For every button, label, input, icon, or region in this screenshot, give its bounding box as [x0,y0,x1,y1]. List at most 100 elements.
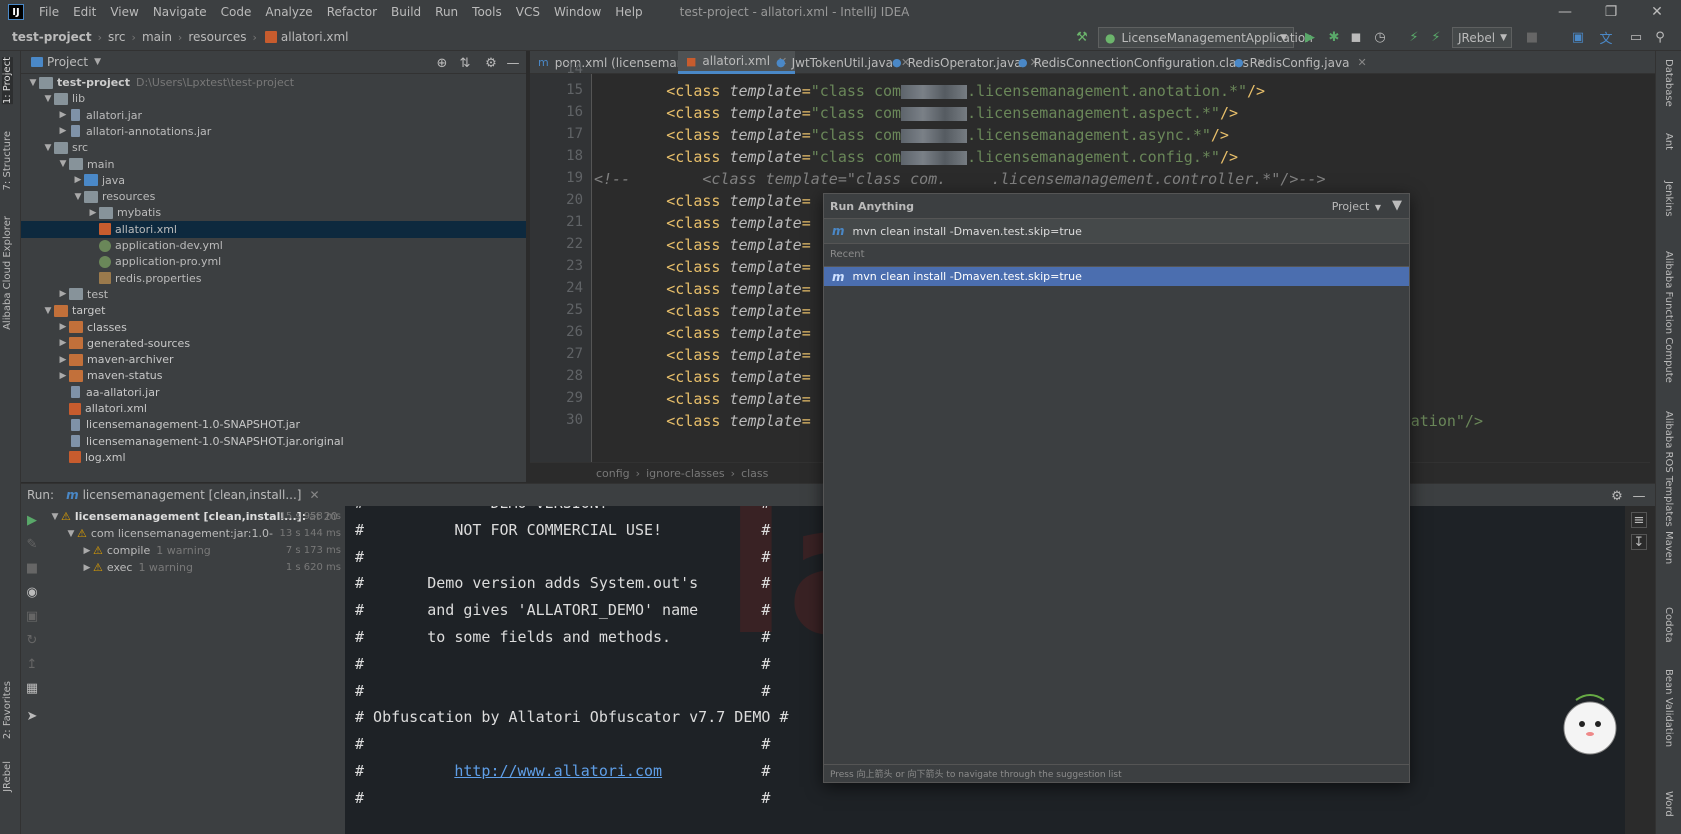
menu-refactor[interactable]: Refactor [320,0,384,24]
chevron-down-icon[interactable]: ▼ [42,143,54,153]
tree-item[interactable]: ▶ generated-sources [21,335,526,352]
chevron-right-icon[interactable]: ▶ [57,110,69,120]
tree-item[interactable]: application-dev.yml [21,237,526,254]
layout-icon[interactable]: ▭ [1628,29,1644,45]
tab-function-compute[interactable]: Alibaba Function Compute [1663,251,1674,383]
tree-item[interactable]: ▶ test [21,286,526,303]
close-tab-icon[interactable]: ✕ [309,488,319,502]
run-tree-item[interactable]: ▶ ⚠ compile 1 warning 7 s 173 ms [81,542,345,559]
menu-view[interactable]: View [103,0,145,24]
tab-ros-templates[interactable]: Alibaba ROS Templates [1663,411,1674,527]
project-view-select[interactable]: Project [47,55,88,69]
menu-run[interactable]: Run [428,0,465,24]
tree-root[interactable]: ▼ test-project D:\Users\Lpxtest\test-pro… [21,74,526,91]
tree-item[interactable]: log.xml [21,449,526,466]
tree-item[interactable]: licensemanagement-1.0-SNAPSHOT.jar [21,416,526,433]
coverage-icon[interactable]: ◼ [1348,29,1364,45]
collapse-icon[interactable]: ⇅ [457,55,473,71]
chevron-right-icon[interactable]: ▶ [72,175,84,185]
menu-navigate[interactable]: Navigate [146,0,214,24]
tree-item[interactable]: allatori.xml [21,400,526,417]
jrebel-select[interactable]: JRebel ▼ [1452,27,1512,48]
crumb-ignore-classes[interactable]: ignore-classes [646,467,725,480]
tree-item[interactable]: ▼ main [21,156,526,173]
run-anything-input[interactable]: m mvn clean install -Dmaven.test.skip=tr… [824,218,1409,244]
tab-database[interactable]: Database [1663,59,1674,107]
chevron-right-icon[interactable]: ▶ [57,338,69,348]
chevron-right-icon[interactable]: ▶ [57,371,69,381]
tree-item[interactable]: ▶ maven-status [21,367,526,384]
hide-icon[interactable]: — [505,55,521,71]
tab-jrebel[interactable]: JRebel [2,761,13,792]
chevron-right-icon[interactable]: ▶ [57,289,69,299]
tree-item[interactable]: ▼ target [21,302,526,319]
layout-icon[interactable]: ▦ [24,680,40,696]
crumb-class[interactable]: class [741,467,768,480]
chevron-right-icon[interactable]: ▶ [57,126,69,136]
scroll-end-icon[interactable]: ↧ [1631,534,1647,550]
menu-help[interactable]: Help [608,0,649,24]
run-icon[interactable]: ▶ [1302,29,1318,45]
tree-item[interactable]: ▼ resources [21,188,526,205]
tab-structure[interactable]: 7: Structure [2,131,13,190]
chevron-down-icon[interactable]: ▼ [49,512,61,522]
search-icon[interactable]: ⚲ [1652,29,1668,45]
locate-icon[interactable]: ⊕ [434,55,450,71]
tab-favorites[interactable]: 2: Favorites [2,681,13,739]
maximize-icon[interactable]: ❐ [1588,0,1634,24]
menu-window[interactable]: Window [547,0,608,24]
menu-analyze[interactable]: Analyze [258,0,319,24]
tree-item[interactable]: ▶ classes [21,319,526,336]
chevron-right-icon[interactable]: ▶ [87,208,99,218]
tree-item[interactable]: ▼ src [21,139,526,156]
tree-item[interactable]: ▼ lib [21,90,526,107]
filter-icon[interactable]: ▼ [1392,198,1402,213]
menu-build[interactable]: Build [384,0,428,24]
chevron-down-icon[interactable]: ▼ [94,57,101,67]
chevron-down-icon[interactable]: ▼ [42,94,54,104]
run-tree-item[interactable]: ▶ ⚠ exec 1 warning 1 s 620 ms [81,559,345,576]
tree-item[interactable]: ▶ allatori.jar [21,107,526,124]
crumb-config[interactable]: config [596,467,630,480]
debug-icon[interactable]: ✱ [1326,29,1342,45]
rerun-icon[interactable]: ▶ [24,512,40,528]
tab-project[interactable]: 1: Project [2,57,13,105]
menu-file[interactable]: File [32,0,66,24]
tab-bean-validation[interactable]: Bean Validation [1663,669,1674,747]
chevron-right-icon[interactable]: ▶ [57,355,69,365]
jrebel-run-icon[interactable]: ⚡ [1406,29,1422,45]
allatori-link[interactable]: http://www.allatori.com [454,762,662,780]
tree-item[interactable]: redis.properties [21,270,526,287]
gear-icon[interactable]: ⚙ [483,55,499,71]
history-icon[interactable]: ↻ [24,632,40,648]
eye-icon[interactable]: ◉ [24,584,40,600]
chevron-down-icon[interactable]: ▼ [65,529,77,539]
profile-icon[interactable]: ◷ [1372,29,1388,45]
tree-item[interactable]: application-pro.yml [21,253,526,270]
editor-tab[interactable]: ● RedisConfig.java ✕ [1226,51,1375,74]
chevron-right-icon[interactable]: ▶ [57,322,69,332]
pin-icon[interactable]: ➤ [24,708,40,724]
close-icon[interactable]: ✕ [1634,0,1680,24]
crumb-src[interactable]: src [108,30,126,44]
crumb-resources[interactable]: resources [188,30,246,44]
translate-icon[interactable]: 文 [1598,29,1614,47]
tree-item[interactable]: ▶ maven-archiver [21,351,526,368]
close-tab-icon[interactable]: ✕ [1357,56,1366,69]
menu-tools[interactable]: Tools [465,0,509,24]
project-structure-icon[interactable]: ▣ [1570,29,1586,45]
run-tree-item[interactable]: ▼ ⚠ licensemanagement [clean,install...]: a… [49,508,345,525]
run-tab[interactable]: licensemanagement [clean,install...] [83,488,302,502]
minimize-icon[interactable]: — [1542,0,1588,24]
soft-wrap-icon[interactable]: ≡ [1631,512,1647,528]
stop-icon[interactable]: ■ [1524,29,1540,45]
toggle-icon[interactable]: ✎ [24,536,40,552]
export-icon[interactable]: ↥ [24,656,40,672]
build-hammer-icon[interactable]: ⚒ [1074,29,1090,45]
stop-icon[interactable]: ■ [24,560,40,576]
menu-edit[interactable]: Edit [66,0,103,24]
chevron-down-icon[interactable]: ▼ [57,159,69,169]
tab-codota[interactable]: Codota [1663,607,1674,643]
hide-icon[interactable]: — [1631,488,1647,504]
scope-select[interactable]: Project ▼ [1332,200,1381,213]
